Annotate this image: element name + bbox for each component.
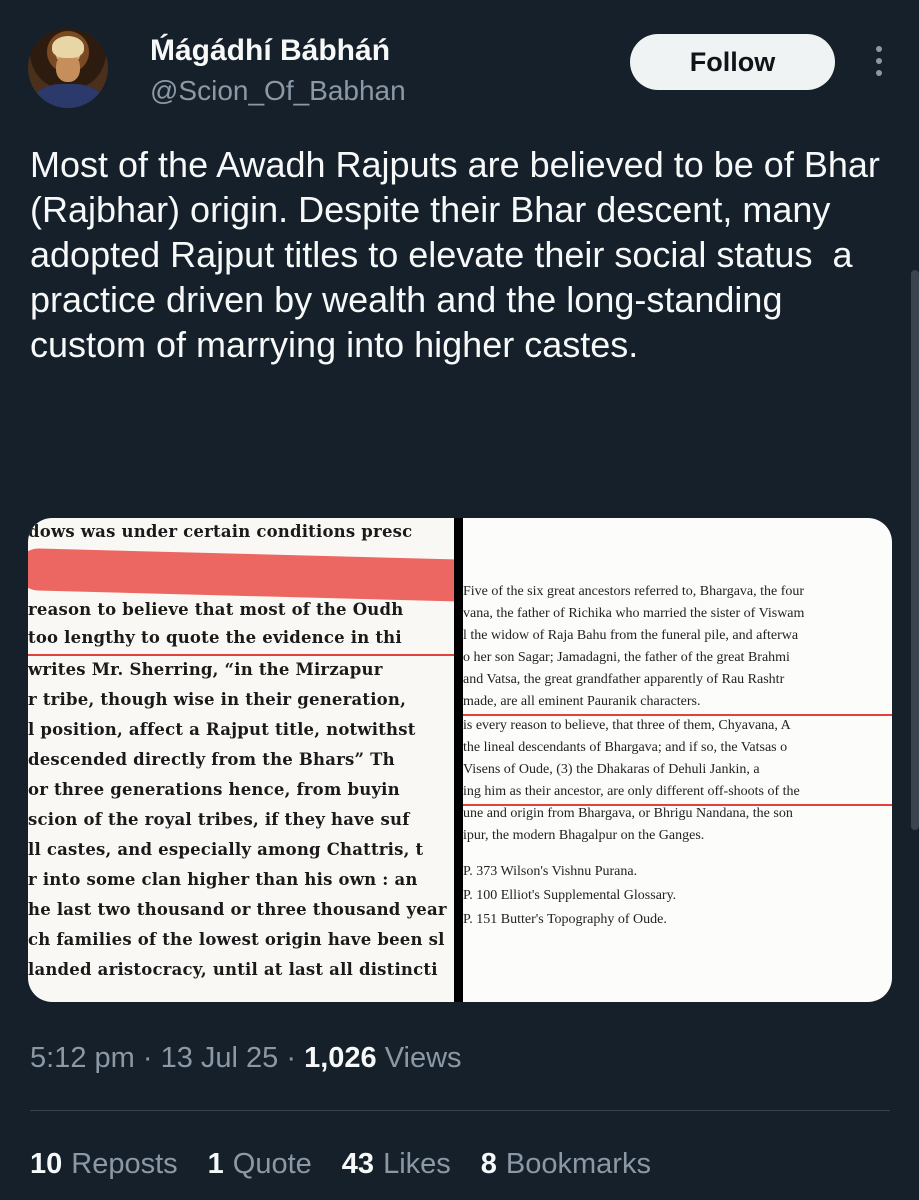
scan-line: too lengthy to quote the evidence in thi [28, 628, 402, 647]
scan-line: ll castes, and especially among Chattris… [28, 840, 424, 859]
scrollbar[interactable] [911, 270, 919, 830]
scan-line: dows was under certain conditions presc [28, 522, 413, 541]
scan-line: ch families of the lowest origin have be… [28, 930, 445, 949]
scan-line: P. 100 Elliot's Supplemental Glossary. [463, 888, 677, 903]
likes-stat[interactable]: 43 Likes [342, 1146, 451, 1182]
scan-line: l position, affect a Rajput title, notwi… [28, 720, 416, 739]
red-underline [28, 654, 454, 656]
scan-line: P. 373 Wilson's Vishnu Purana. [463, 864, 638, 879]
scan-line: vana, the father of Richika who married … [463, 606, 805, 621]
scan-line: he last two thousand or three thousand y… [28, 900, 447, 919]
scan-line: r into some clan higher than his own : a… [28, 870, 418, 889]
quotes-label: Quote [232, 1148, 312, 1180]
scan-line: descended directly from the Bhars” Th [28, 750, 395, 769]
scan-line: Five of the six great ancestors referred… [463, 584, 805, 599]
reposts-stat[interactable]: 10 Reposts [30, 1146, 178, 1182]
scan-line: une and origin from Bhargava, or Bhrigu … [463, 806, 793, 821]
scan-line: made, are all eminent Pauranik character… [463, 694, 701, 709]
scan-line: or three generations hence, from buyin [28, 780, 400, 799]
likes-count: 43 [341, 1148, 375, 1180]
scan-line: reason to believe that most of the Oudh [28, 600, 404, 619]
meta-separator: · [142, 1042, 161, 1074]
red-highlight-stripe [28, 547, 454, 603]
tweet-media[interactable]: dows was under certain conditions presc … [28, 518, 892, 1002]
tweet-meta: 5:12 pm · 13 Jul 25 · 1,026 Views [30, 1040, 462, 1076]
views-count: 1,026 [304, 1042, 377, 1074]
scan-line: l the widow of Raja Bahu from the funera… [463, 628, 799, 643]
scan-line: landed aristocracy, until at last all di… [28, 960, 438, 979]
scan-line: Visens of Oude, (3) the Dhakaras of Dehu… [463, 762, 760, 777]
scan-line: the lineal descendants of Bhargava; and … [463, 740, 788, 755]
avatar-turban [52, 36, 84, 58]
bookmarks-stat[interactable]: 8 Bookmarks [481, 1146, 651, 1182]
scan-line: scion of the royal tribes, if they have … [28, 810, 410, 829]
scan-line: is every reason to believe, that three o… [463, 718, 791, 733]
media-image-right[interactable]: Five of the six great ancestors referred… [463, 518, 892, 1002]
more-options-icon[interactable] [866, 40, 892, 84]
follow-button[interactable]: Follow [630, 34, 835, 90]
quotes-stat[interactable]: 1 Quote [208, 1146, 312, 1182]
views-label: Views [384, 1042, 462, 1074]
avatar-robe [34, 84, 102, 108]
user-handle[interactable]: @Scion_Of_Babhan [150, 74, 406, 108]
tweet-date[interactable]: 13 Jul 25 [161, 1042, 279, 1074]
bookmarks-count: 8 [480, 1148, 497, 1180]
red-underline [463, 714, 892, 716]
scan-line: ing him as their ancestor, are only diff… [463, 784, 800, 799]
reposts-count: 10 [30, 1148, 63, 1180]
scan-line: o her son Sagar; Jamadagni, the father o… [463, 650, 790, 665]
tweet-time[interactable]: 5:12 pm [30, 1042, 135, 1074]
reposts-label: Reposts [71, 1148, 178, 1180]
scan-line: ipur, the modern Bhagalpur on the Ganges… [463, 828, 705, 843]
bookmarks-label: Bookmarks [505, 1148, 651, 1180]
divider [30, 1110, 890, 1111]
likes-label: Likes [383, 1148, 451, 1180]
scan-line: writes Mr. Sherring, “in the Mirzapur [28, 660, 383, 679]
avatar-face [56, 54, 80, 82]
media-image-left[interactable]: dows was under certain conditions presc … [28, 518, 454, 1002]
avatar[interactable] [28, 28, 108, 108]
author-block[interactable]: Ḿágádhí Bábháń @Scion_Of_Babhan [150, 34, 406, 108]
quotes-count: 1 [207, 1148, 224, 1180]
engagement-stats: 10 Reposts 1 Quote 43 Likes 8 Bookmarks [30, 1146, 651, 1182]
scan-line: r tribe, though wise in their generation… [28, 690, 407, 709]
scan-line: and Vatsa, the great grandfather apparen… [463, 672, 785, 687]
tweet-text: Most of the Awadh Rajputs are believed t… [30, 144, 890, 365]
meta-separator: · [286, 1042, 305, 1074]
scan-line: P. 151 Butter's Topography of Oude. [463, 912, 667, 927]
display-name[interactable]: Ḿágádhí Bábháń [150, 34, 406, 68]
